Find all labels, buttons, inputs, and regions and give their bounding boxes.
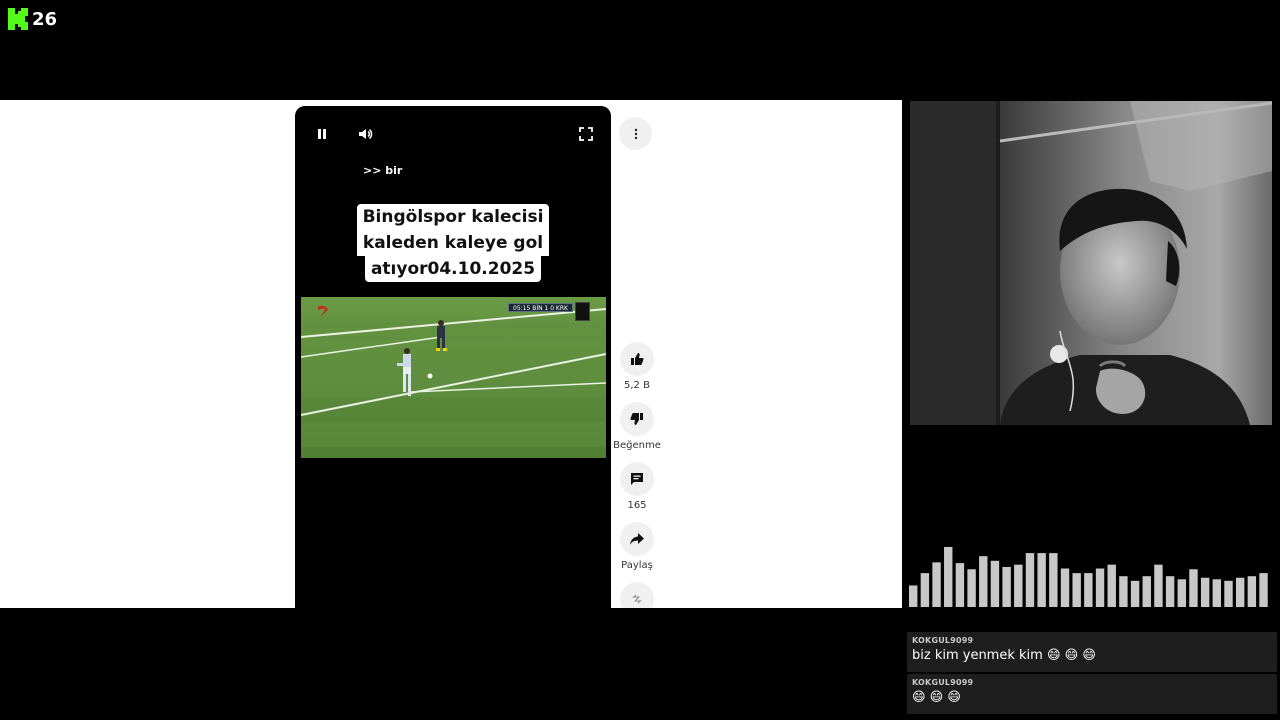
volume-button[interactable] xyxy=(356,124,376,144)
stream-layout: 26 >> bir Bingölspor kalecisi kaleden ka… xyxy=(0,0,1280,720)
kick-logo-icon xyxy=(8,8,28,30)
visualizer-bar xyxy=(1154,564,1163,607)
visualizer-bar xyxy=(1107,564,1116,607)
video-frame: 05:15 BİN 1 0 KRK xyxy=(301,297,606,458)
chat-username: KOKGUL9099 xyxy=(912,678,974,687)
audio-visualizer xyxy=(909,546,1268,607)
shorts-player[interactable]: >> bir Bingölspor kalecisi kaleden kaley… xyxy=(295,106,611,608)
chat-message: KOKGUL9099 biz kim yenmek kim 😄 😄 😄 xyxy=(907,632,1277,672)
visualizer-bar xyxy=(1165,576,1175,607)
pause-button[interactable] xyxy=(312,124,332,144)
visualizer-bar xyxy=(1014,564,1023,607)
remix-button[interactable] xyxy=(620,582,654,608)
tv-channel-logo-icon xyxy=(318,305,328,317)
visualizer-bar xyxy=(1247,576,1257,607)
football-pitch-image xyxy=(301,297,606,458)
visualizer-bar xyxy=(1212,579,1222,607)
visualizer-bar xyxy=(1037,553,1046,607)
visualizer-bar xyxy=(932,562,941,607)
dislike-button[interactable] xyxy=(620,402,654,436)
remix-icon xyxy=(632,594,642,604)
visualizer-bar xyxy=(1002,566,1011,607)
visualizer-bar xyxy=(1072,573,1081,607)
visualizer-bar xyxy=(1259,573,1268,607)
title-line-2: kaleden kaleye gol xyxy=(356,230,550,256)
like-count: 5,2 B xyxy=(624,380,650,391)
viewer-count: 26 xyxy=(32,8,58,30)
scoreboard: 05:15 BİN 1 0 KRK xyxy=(508,303,573,312)
dislike-action[interactable]: Beğenme xyxy=(613,402,661,451)
visualizer-bar xyxy=(920,573,930,607)
visualizer-bar xyxy=(967,569,976,607)
visualizer-bar xyxy=(1142,576,1151,607)
like-button[interactable] xyxy=(620,342,654,376)
webcam-feed xyxy=(910,101,1272,425)
viewer-badge: 26 xyxy=(8,8,57,30)
like-action[interactable]: 5,2 B xyxy=(618,342,656,391)
fullscreen-button[interactable] xyxy=(576,124,596,144)
visualizer-bar xyxy=(1130,580,1140,607)
broadcast-logo-icon xyxy=(575,302,590,321)
dislike-label: Beğenme xyxy=(613,440,661,451)
fullscreen-icon xyxy=(579,127,593,141)
share-button[interactable] xyxy=(620,522,654,556)
comment-count: 165 xyxy=(627,500,647,511)
visualizer-bar xyxy=(1084,573,1093,607)
channel-tag: >> bir xyxy=(363,164,403,177)
pause-icon xyxy=(318,129,326,139)
streamer-webcam-image xyxy=(910,101,1272,425)
chat-text: 😄 😄 😄 xyxy=(912,690,961,705)
chat-text: biz kim yenmek kim 😄 😄 😄 xyxy=(912,648,1096,663)
thumbs-up-icon xyxy=(631,353,644,365)
visualizer-bar xyxy=(955,563,965,607)
visualizer-bar xyxy=(1060,568,1070,607)
comment-button[interactable] xyxy=(620,462,654,496)
comment-icon xyxy=(631,473,643,485)
share-action[interactable]: Paylaş xyxy=(618,522,656,571)
visualizer-bar xyxy=(979,556,988,607)
visualizer-bar xyxy=(990,560,1000,607)
chat-overlay: KOKGUL9099 biz kim yenmek kim 😄 😄 😄 KOKG… xyxy=(907,632,1277,716)
visualizer-bar xyxy=(944,546,953,607)
title-line-3: atıyor04.10.2025 xyxy=(364,256,542,282)
visualizer-bar xyxy=(1200,577,1210,607)
title-line-1: Bingölspor kalecisi xyxy=(356,204,550,230)
thumbs-down-icon xyxy=(630,413,643,425)
chat-username: KOKGUL9099 xyxy=(912,636,974,645)
visualizer-bar xyxy=(1119,576,1128,607)
chat-message: KOKGUL9099 😄 😄 😄 xyxy=(907,674,1277,714)
comment-action[interactable]: 165 xyxy=(618,462,656,511)
visualizer-bar xyxy=(909,585,918,607)
volume-icon xyxy=(359,128,373,140)
remix-action[interactable] xyxy=(618,582,656,608)
visualizer-bar xyxy=(1235,577,1245,607)
visualizer-bar xyxy=(1177,579,1186,607)
visualizer-bar xyxy=(1025,553,1035,607)
visualizer-bar xyxy=(1049,553,1058,607)
action-rail: 5,2 B Beğenme 165 Paylaş xyxy=(613,100,661,608)
share-icon xyxy=(630,533,644,545)
shared-screen: >> bir Bingölspor kalecisi kaleden kaley… xyxy=(0,100,902,608)
visualizer-bar xyxy=(1224,580,1233,607)
visualizer-bar xyxy=(1189,569,1198,607)
ball xyxy=(427,373,433,379)
video-title-overlay: Bingölspor kalecisi kaleden kaleye gol a… xyxy=(295,204,611,282)
share-label: Paylaş xyxy=(621,560,653,571)
visualizer-bar xyxy=(1095,568,1105,607)
